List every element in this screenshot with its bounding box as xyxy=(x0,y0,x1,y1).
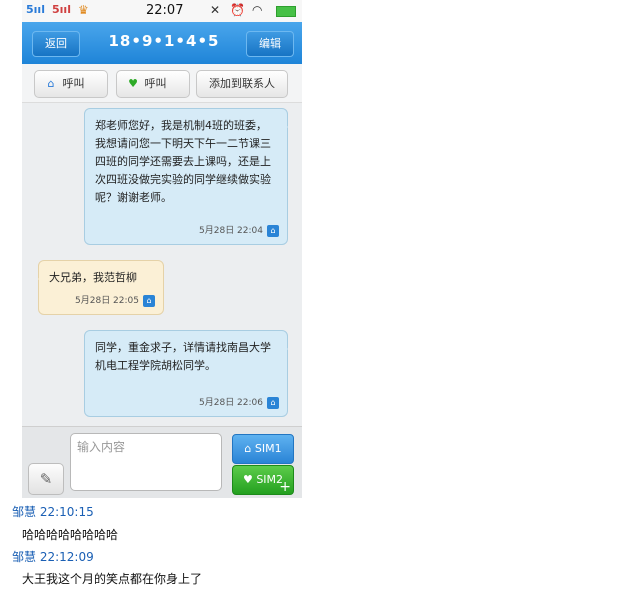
call-label: 呼叫 xyxy=(62,77,85,90)
call-label: 呼叫 xyxy=(144,77,167,90)
message-bubble-outgoing[interactable]: 同学，重金求子，详情请找南昌大学机电工程学院胡松同学。 5月28日 22:06 ⌂ xyxy=(84,330,288,417)
home-icon: ⌂ xyxy=(47,77,55,90)
clock: 22:07 xyxy=(146,3,184,18)
message-timestamp: 5月28日 22:04 xyxy=(199,226,263,236)
sim1-label: SIM1 xyxy=(254,442,282,455)
message-meta: 5月28日 22:05 ⌂ xyxy=(75,294,155,308)
back-button[interactable]: 返回 xyxy=(32,31,80,57)
comment-text: 大王我这个月的笑点都在你身上了 xyxy=(22,572,203,586)
message-bubble-outgoing[interactable]: 郑老师您好，我是机制4班的班委，我想请问您一下明天下午一二节课三四班的同学还需要… xyxy=(84,108,288,245)
paperclip-icon: ✎ xyxy=(39,470,53,488)
status-bar: 5ııl 5ııl ♛ 22:07 ✕ ⏰ ◠ xyxy=(22,0,302,22)
heart-icon: ♥ xyxy=(128,77,138,90)
call-sim2-button[interactable]: ♥ 呼叫 xyxy=(116,70,190,98)
message-meta: 5月28日 22:06 ⌂ xyxy=(199,396,279,410)
battery-icon xyxy=(276,6,296,17)
attach-button[interactable]: ✎ xyxy=(28,463,64,495)
phone-screen: 5ııl 5ııl ♛ 22:07 ✕ ⏰ ◠ 返回 18•9•1•4•5 编辑… xyxy=(22,0,302,498)
send-sim2-button[interactable]: ♥ SIM2 + xyxy=(232,465,294,495)
app-icon: ♛ xyxy=(78,3,89,17)
heart-icon: ♥ xyxy=(242,473,257,486)
sim-status-icon: ⌂ xyxy=(267,396,279,409)
signal-icon: 5ııl xyxy=(26,3,45,16)
comment-author: 邹慧 22:12:09 xyxy=(12,550,94,564)
message-text: 郑老师您好，我是机制4班的班委，我想请问您一下明天下午一二节课三四班的同学还需要… xyxy=(95,119,271,204)
message-input[interactable]: 输入内容 xyxy=(70,433,222,491)
message-text: 同学，重金求子，详情请找南昌大学机电工程学院胡松同学。 xyxy=(95,341,271,372)
comment-author: 邹慧 22:10:15 xyxy=(12,505,94,519)
action-bar: ⌂ 呼叫 ♥ 呼叫 添加到联系人 xyxy=(22,64,302,103)
comment-text: 哈哈哈哈哈哈哈哈 xyxy=(22,528,119,542)
call-sim1-button[interactable]: ⌂ 呼叫 xyxy=(34,70,108,98)
message-text: 大兄弟，我范哲柳 xyxy=(49,271,137,284)
composer-bar: ✎ 输入内容 ⌂ SIM1 ♥ SIM2 + xyxy=(22,426,302,498)
mute-icon: ✕ xyxy=(210,3,221,17)
send-sim1-button[interactable]: ⌂ SIM1 xyxy=(232,434,294,464)
message-bubble-incoming[interactable]: 大兄弟，我范哲柳 5月28日 22:05 ⌂ xyxy=(38,260,164,315)
title-bar: 返回 18•9•1•4•5 编辑 xyxy=(22,22,302,64)
message-meta: 5月28日 22:04 ⌂ xyxy=(199,224,279,238)
home-icon: ⌂ xyxy=(244,442,255,455)
signal-icon: 5ııl xyxy=(52,3,71,16)
message-timestamp: 5月28日 22:06 xyxy=(199,398,263,408)
contact-number-title: 18•9•1•4•5 xyxy=(108,32,220,50)
message-timestamp: 5月28日 22:05 xyxy=(75,296,139,306)
add-contact-button[interactable]: 添加到联系人 xyxy=(196,70,288,98)
plus-icon: + xyxy=(279,479,291,495)
sim-status-icon: ⌂ xyxy=(267,224,279,237)
sim-status-icon: ⌂ xyxy=(143,294,155,307)
alarm-icon: ⏰ xyxy=(230,3,245,17)
wifi-icon: ◠ xyxy=(252,3,263,17)
edit-button[interactable]: 编辑 xyxy=(246,31,294,57)
